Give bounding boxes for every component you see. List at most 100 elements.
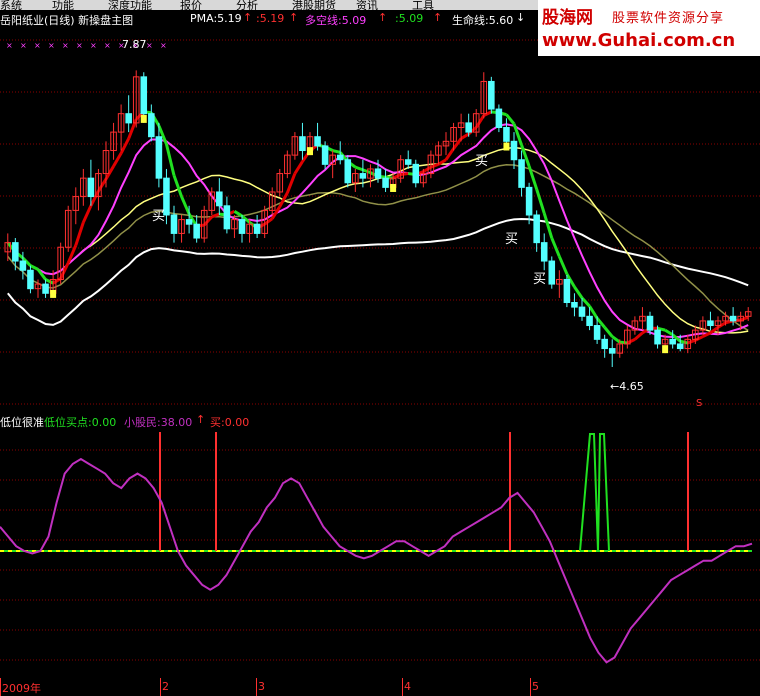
- x-marker: ×: [146, 41, 153, 50]
- candle: [223, 205, 231, 230]
- candle: [314, 136, 321, 147]
- candle: [540, 242, 548, 262]
- menu-item[interactable]: 港股期货: [292, 0, 336, 10]
- candle: [193, 223, 200, 239]
- pma-line-segment: [354, 165, 364, 172]
- candle: [548, 260, 556, 285]
- pma-line-segment: [180, 195, 191, 215]
- pma-line-segment: [81, 205, 93, 223]
- down-arrow-icon: ↓: [516, 11, 526, 24]
- s-marker: S: [696, 398, 703, 409]
- candle: [518, 159, 525, 188]
- pma-line-segment: [392, 173, 402, 180]
- life-line-value: 生命线:5.60: [452, 14, 514, 27]
- candle: [593, 325, 601, 340]
- candle: [253, 223, 261, 234]
- candle: [404, 159, 412, 165]
- candle: [412, 163, 420, 184]
- pma-line-segment: [362, 168, 371, 175]
- date-axis-tick: 2009年: [2, 682, 41, 695]
- candle: [155, 136, 163, 179]
- pma-line-segment: [535, 188, 546, 214]
- x-marker: ×: [20, 41, 27, 50]
- pma-line-segment: [740, 315, 749, 322]
- date-axis-tick: 4: [404, 680, 411, 693]
- candle: [707, 320, 714, 327]
- candle: [654, 329, 661, 345]
- up-arrow-icon: ↑: [433, 11, 443, 24]
- menu-item[interactable]: 深度功能: [108, 0, 152, 10]
- candle: [563, 278, 571, 304]
- low-price-label: ←4.65: [610, 380, 644, 393]
- main-chart-panel[interactable]: × × × × × × × × × × × × 岳阳纸业(日线) 新操盘主图 PMA:5.19 ↑ :…: [0, 10, 760, 410]
- candle: [87, 177, 95, 198]
- candle: [12, 242, 19, 262]
- menu-item[interactable]: 工具: [412, 0, 434, 10]
- pma-line-segment: [527, 165, 539, 190]
- pma-line-segment: [687, 338, 696, 345]
- pma-line-segment: [550, 237, 561, 258]
- menu-item[interactable]: 资讯: [356, 0, 378, 10]
- candle: [510, 140, 518, 161]
- candle: [336, 154, 344, 161]
- candle: [344, 159, 352, 184]
- signal-flag: [140, 114, 147, 123]
- buy-mark: 买: [152, 209, 166, 224]
- dkx-label: 多空线:5.09: [305, 14, 367, 27]
- buy-value: 买:0.00: [210, 416, 250, 429]
- pma-line-segment: [580, 296, 591, 308]
- date-axis-tick-line: [0, 678, 1, 696]
- candle: [27, 269, 34, 290]
- menu-item[interactable]: 报价: [180, 0, 202, 10]
- candlestick-chart[interactable]: × × × × × × × × × × × ×: [0, 10, 760, 410]
- oscillator-chart[interactable]: [0, 410, 760, 678]
- x-marker: ×: [34, 41, 41, 50]
- buy-mark: 买: [505, 232, 519, 247]
- pma-line-segment: [164, 143, 176, 176]
- signal-flag: [390, 183, 397, 192]
- date-axis-tick-line: [530, 678, 531, 696]
- pma-line-segment: [74, 221, 85, 246]
- signal-flag: [50, 289, 57, 298]
- date-axis-tick: 2: [162, 680, 169, 693]
- date-axis-tick: 3: [258, 680, 265, 693]
- pma-line-segment: [112, 152, 123, 167]
- date-axis-tick-line: [402, 678, 403, 696]
- pma-line-segment: [44, 278, 54, 285]
- pma-line-segment: [293, 160, 304, 175]
- candle: [601, 338, 608, 350]
- menu-item[interactable]: 系统: [0, 0, 22, 10]
- indicator-name: 低位很准: [0, 416, 44, 429]
- up-arrow-icon: ↑: [196, 413, 206, 426]
- candle: [533, 214, 540, 244]
- buy-mark: 买: [533, 272, 547, 287]
- pma-line-segment: [233, 210, 243, 218]
- x-marker: ×: [90, 41, 97, 50]
- date-axis-tick-line: [160, 678, 161, 696]
- candle: [321, 145, 329, 165]
- site-logo: 股海网 股票软件资源分享 www.Guhai.com.cn: [538, 0, 760, 56]
- low-buy-point-value: 低位买点:0.00: [44, 416, 117, 429]
- candle: [140, 76, 148, 115]
- candle: [488, 80, 495, 110]
- menu-item[interactable]: 功能: [52, 0, 74, 10]
- menu-item[interactable]: 分析: [236, 0, 258, 10]
- candle: [216, 191, 223, 207]
- candle: [125, 113, 132, 124]
- x-marker: ×: [48, 41, 55, 50]
- signal-flag: [503, 142, 510, 151]
- pma-line-segment: [97, 178, 108, 192]
- buy-mark: 买: [475, 154, 489, 169]
- pma-line-segment: [679, 339, 689, 345]
- up-arrow-icon: ↑: [243, 11, 253, 24]
- candle: [525, 186, 533, 216]
- pma-line-segment: [542, 212, 554, 239]
- x-marker: ×: [160, 41, 167, 50]
- candle: [676, 343, 684, 350]
- pma-line-segment: [474, 114, 486, 129]
- pma-line-segment: [29, 264, 39, 271]
- indicator-panel[interactable]: 低位很准 低位买点:0.00 小股民:38.00 ↑ 买:0.00: [0, 410, 760, 678]
- candle: [571, 302, 578, 308]
- candle: [170, 214, 178, 234]
- ma-value-4: :5.09: [395, 12, 424, 25]
